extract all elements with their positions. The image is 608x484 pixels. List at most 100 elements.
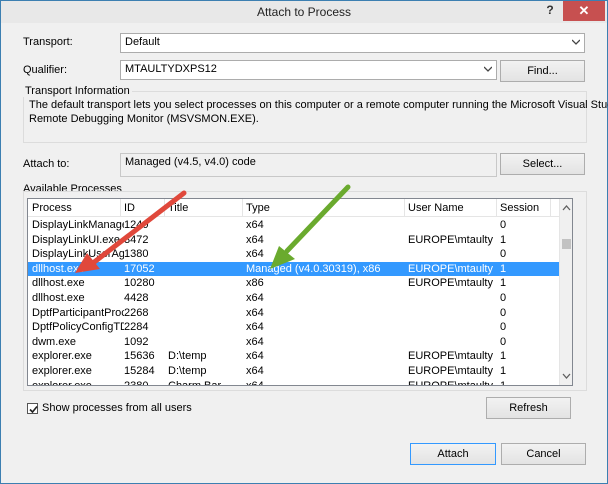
process-row[interactable]: DisplayLinkManage...1240 x64 0 (28, 218, 559, 233)
process-name-cell: DptfPolicyConfigTD... (32, 321, 124, 334)
refresh-button[interactable]: Refresh (486, 397, 571, 419)
transport-info-text-2: Remote Debugging Monitor (MSVSMON.EXE). (29, 113, 259, 125)
scroll-up-icon[interactable] (560, 201, 573, 215)
chevron-down-icon (572, 39, 580, 45)
process-type-cell: x64 (246, 248, 264, 261)
process-row[interactable]: dllhost.exe 4428 x64 0 (28, 291, 559, 306)
process-session-cell: 0 (500, 219, 507, 231)
column-divider[interactable] (496, 199, 497, 217)
process-title-cell: Charm Bar (168, 379, 222, 386)
cancel-button[interactable]: Cancel (501, 443, 586, 465)
checkmark-icon (29, 405, 38, 414)
process-name-cell: DisplayLinkManage... (32, 219, 124, 231)
process-id-cell: 17052 (124, 262, 155, 275)
show-all-users-label[interactable]: Show processes from all users (42, 402, 192, 414)
window-title: Attach to Process (256, 5, 352, 19)
process-name-cell: dllhost.exe (32, 291, 85, 304)
transport-value: Default (125, 36, 160, 48)
attach-to-field: Managed (v4.5, v4.0) code (120, 153, 497, 177)
qualifier-combobox[interactable]: MTAULTYDXPS12 (120, 60, 497, 80)
process-row[interactable]: explorer.exe 15284 D:\temp x64 EUROPE\mtault… (28, 364, 559, 379)
process-name-cell: DisplayLinkUI.exe (32, 233, 121, 246)
chevron-down-icon[interactable] (484, 66, 492, 72)
transport-info-title: Transport Information (23, 85, 132, 97)
process-id-cell: 1092 (124, 335, 149, 348)
column-header-user-name[interactable]: User Name (408, 202, 464, 214)
process-row[interactable]: DisplayLinkUserAge...1380 x64 0 (28, 247, 559, 262)
process-title-cell: D:\temp (168, 364, 207, 377)
process-id-cell: 1380 (124, 248, 149, 261)
column-divider[interactable] (404, 199, 405, 217)
column-header-title[interactable]: Title (168, 202, 188, 214)
column-divider[interactable] (242, 199, 243, 217)
attach-to-process-dialog: Attach to Process ? ✕ Transport: Default… (0, 0, 608, 484)
process-name-cell: DisplayLinkUserAge... (32, 248, 124, 261)
process-title-cell: D:\temp (168, 350, 207, 363)
process-session-cell: 0 (500, 335, 507, 348)
process-row[interactable]: dllhost.exe 17052 Managed (v4.0.30319), x8… (28, 261, 559, 277)
qualifier-value: MTAULTYDXPS12 (125, 63, 217, 75)
process-user-cell: EUROPE\mtaulty (408, 262, 493, 275)
title-bar: Attach to Process ? ✕ (1, 1, 607, 23)
process-id-cell: 1240 (124, 219, 149, 231)
process-name-cell: dwm.exe (32, 335, 77, 348)
process-name-cell: explorer.exe (32, 350, 92, 363)
process-user-cell: EUROPE\mtaulty (408, 277, 493, 290)
column-divider[interactable] (164, 199, 165, 217)
find-button[interactable]: Find... (500, 60, 585, 82)
process-type-cell: x64 (246, 219, 264, 231)
column-header-process[interactable]: Process (32, 202, 72, 214)
process-id-cell: 2268 (124, 306, 149, 319)
scroll-down-icon[interactable] (560, 369, 573, 383)
process-row[interactable]: dllhost.exe 10280 x86 EUROPE\mtaulty 1 (28, 276, 559, 291)
process-id-cell: 15284 (124, 364, 155, 377)
process-type-cell: Managed (v4.0.30319), x86 (246, 262, 381, 275)
qualifier-label: Qualifier: (23, 64, 68, 76)
column-header-type[interactable]: Type (246, 202, 270, 214)
process-type-cell: x64 (246, 335, 264, 348)
process-session-cell: 0 (500, 291, 507, 304)
process-session-cell: 0 (500, 306, 507, 319)
process-row[interactable]: explorer.exe 2380 Charm Bar x64 EUROPE\mtaul… (28, 379, 559, 386)
process-row[interactable]: DisplayLinkUI.exe 3472 x64 EUROPE\mtaulty 1 (28, 233, 559, 248)
process-list[interactable]: Process ID Title Type User Name Session … (27, 198, 573, 386)
process-id-cell: 4428 (124, 291, 149, 304)
column-header-id[interactable]: ID (124, 202, 135, 214)
column-divider[interactable] (550, 199, 551, 217)
process-user-cell: EUROPE\mtaulty (408, 379, 493, 386)
process-id-cell: 2284 (124, 321, 149, 334)
process-list-header: Process ID Title Type User Name Session (28, 199, 559, 217)
process-id-cell: 15636 (124, 350, 155, 363)
select-button[interactable]: Select... (500, 153, 585, 175)
process-id-cell: 3472 (124, 233, 149, 246)
process-type-cell: x86 (246, 277, 264, 290)
show-all-users-checkbox[interactable] (27, 403, 38, 414)
process-type-cell: x64 (246, 350, 264, 363)
process-row[interactable]: explorer.exe 15636 D:\temp x64 EUROPE\mtault… (28, 349, 559, 364)
transport-label: Transport: (23, 36, 73, 48)
close-button[interactable]: ✕ (563, 1, 605, 21)
process-type-cell: x64 (246, 306, 264, 319)
process-id-cell: 2380 (124, 379, 149, 386)
process-row[interactable]: DptfParticipantProc...2268 x64 0 (28, 306, 559, 321)
process-name-cell: dllhost.exe (32, 262, 85, 275)
process-session-cell: 1 (500, 277, 507, 290)
process-list-scrollbar[interactable] (559, 199, 572, 385)
process-type-cell: x64 (246, 291, 264, 304)
transport-dropdown[interactable]: Default (120, 33, 585, 53)
process-name-cell: explorer.exe (32, 364, 92, 377)
help-button[interactable]: ? (539, 1, 561, 21)
process-session-cell: 1 (500, 262, 507, 275)
column-divider[interactable] (120, 199, 121, 217)
attach-button[interactable]: Attach (410, 443, 496, 465)
process-type-cell: x64 (246, 321, 264, 334)
process-row[interactable]: DptfPolicyConfigTD...2284 x64 0 (28, 320, 559, 335)
process-user-cell: EUROPE\mtaulty (408, 364, 493, 377)
scrollbar-thumb[interactable] (562, 239, 571, 249)
column-header-session[interactable]: Session (500, 202, 539, 214)
process-user-cell: EUROPE\mtaulty (408, 350, 493, 363)
process-session-cell: 1 (500, 379, 507, 386)
process-name-cell: DptfParticipantProc... (32, 306, 124, 319)
process-row[interactable]: dwm.exe 1092 x64 0 (28, 335, 559, 350)
process-id-cell: 10280 (124, 277, 155, 290)
